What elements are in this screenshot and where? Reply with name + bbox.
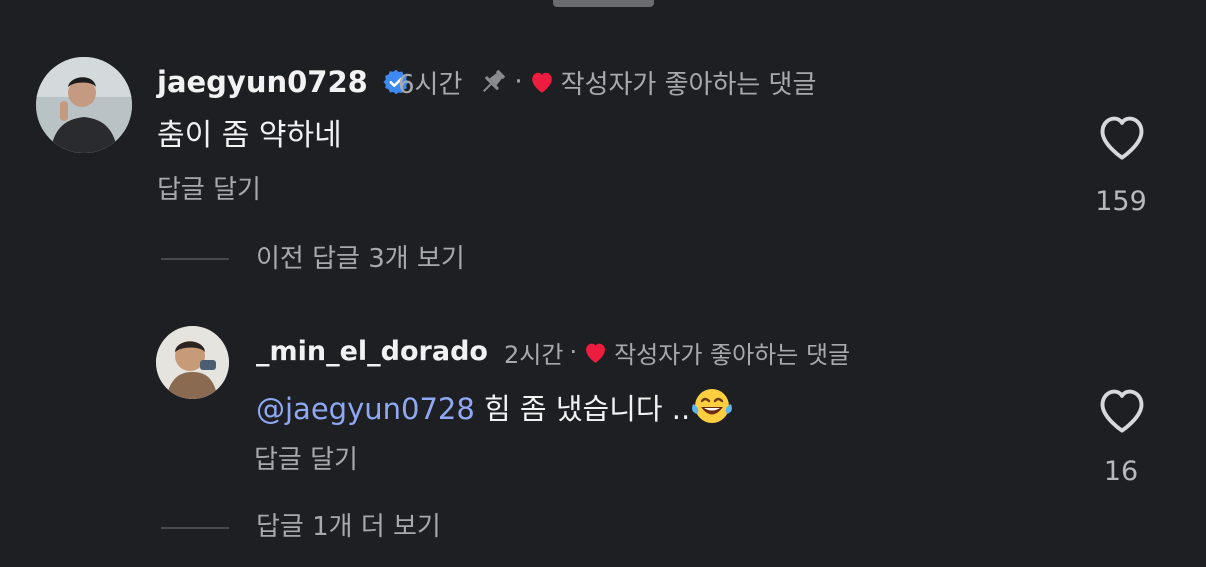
comments-sheet: jaegyun0728 6시간 · 작성자가 좋아하는 댓글 춤이 좀 약하네 … [0,0,1206,567]
sheet-grabber[interactable] [553,0,654,7]
laughing-emoji-icon [690,386,734,436]
heart-filled-icon [531,72,552,93]
comment-text: 춤이 좀 약하네 [157,118,342,153]
avatar-photo [156,326,229,399]
heart-filled-icon [586,343,605,363]
reply-button[interactable]: 답글 달기 [157,172,261,208]
like-button[interactable] [1096,113,1148,161]
heart-outline-icon [1100,116,1144,160]
reply-username[interactable]: _min_el_dorado [256,335,488,369]
comment-time: 6시간 [398,69,463,100]
avatar-photo [36,57,132,153]
reply-text-content: 힘 좀 냈습니다 .. [484,392,691,426]
view-more-replies[interactable]: 답글 1개 더 보기 [256,509,441,545]
meta-separator: · [514,67,523,97]
view-previous-replies[interactable]: 이전 답글 3개 보기 [256,241,465,277]
avatar[interactable] [156,326,229,399]
like-count: 159 [1095,186,1147,217]
comment-meta: 6시간 · 작성자가 좋아하는 댓글 [398,64,816,100]
thread-line [161,258,229,260]
reply-time: 2시간 [504,340,564,369]
reply-text: @jaegyun0728 힘 좀 냈습니다 .. [256,386,734,436]
creator-liked-label: 작성자가 좋아하는 댓글 [614,340,851,369]
thread-line [161,527,229,529]
avatar[interactable] [36,57,132,153]
meta-separator: · [569,338,578,366]
comment-username[interactable]: jaegyun0728 [157,64,410,100]
pin-icon [483,70,506,92]
like-count: 16 [1103,456,1139,487]
heart-outline-icon [1100,389,1144,433]
reply-button[interactable]: 답글 달기 [254,442,358,478]
reply-meta: 2시간 · 작성자가 좋아하는 댓글 [504,335,850,369]
creator-liked-label: 작성자가 좋아하는 댓글 [560,69,817,100]
like-button[interactable] [1096,386,1148,434]
mention-link[interactable]: @jaegyun0728 [256,392,475,426]
